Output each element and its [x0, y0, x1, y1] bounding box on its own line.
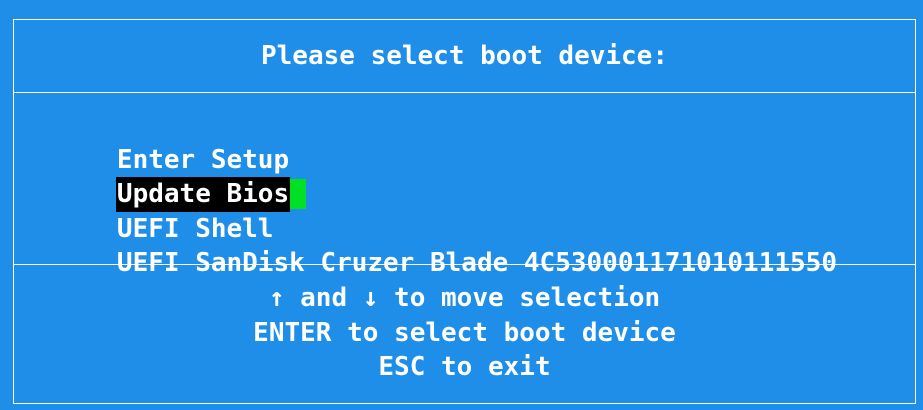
bottom-divider: [13, 264, 916, 265]
text-cursor: [290, 179, 307, 209]
boot-option-label: UEFI Shell: [116, 213, 274, 244]
boot-option-enter-setup[interactable]: Enter Setup: [22, 108, 838, 175]
boot-option-label: Update Bios: [115, 177, 291, 212]
help-line-enter: ENTER to select boot device: [253, 317, 676, 348]
help-line-exit: ESC to exit: [378, 352, 551, 382]
boot-menu-screen: Please select boot device: Enter Setup U…: [0, 0, 923, 410]
help-line-move: ↑ and ↓ to move selection: [268, 283, 661, 313]
help-text: ↑ and ↓ to move selection ENTER to selec…: [13, 281, 916, 385]
top-divider: [13, 92, 916, 93]
boot-device-list: Enter Setup Update Bios UEFI Shell UEFI …: [22, 108, 838, 278]
boot-menu-title: Please select boot device:: [261, 41, 668, 71]
boot-option-label: Enter Setup: [116, 144, 290, 175]
